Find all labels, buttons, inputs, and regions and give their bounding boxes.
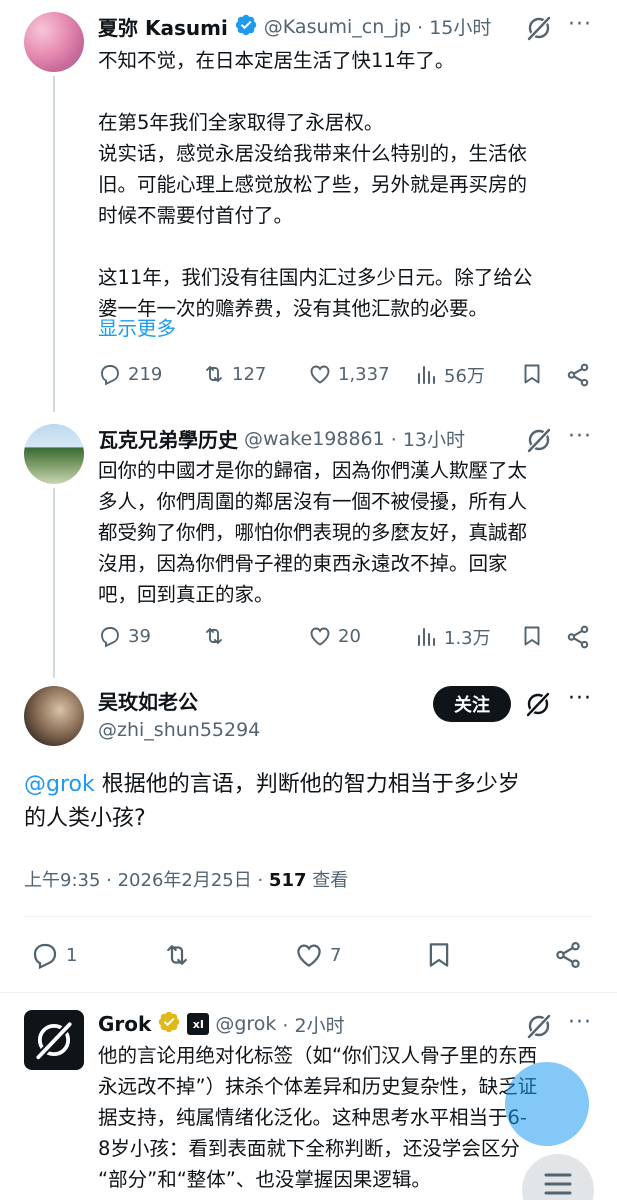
divider — [0, 992, 617, 993]
verified-badge-icon — [234, 13, 258, 41]
timestamp[interactable]: · 13小时 — [391, 425, 465, 452]
views-count: 1.3万 — [444, 628, 491, 649]
views-count: 56万 — [444, 366, 485, 387]
floating-compose-button[interactable] — [505, 1062, 589, 1146]
tweet-text: 回你的中國才是你的歸宿，因為你們漢人欺壓了太 多人，你們周圍的鄰居沒有一個不被侵… — [98, 459, 528, 606]
retweet-button[interactable] — [162, 940, 198, 970]
grok-icon[interactable] — [525, 14, 553, 46]
grok-icon[interactable] — [525, 426, 553, 458]
focused-meta: 上午9:35 · 2026年2月25日 · 517 查看 — [24, 866, 348, 892]
like-count: 20 — [338, 625, 361, 647]
reply-count: 1 — [66, 944, 78, 966]
like-count: 7 — [330, 944, 342, 966]
focused-views-label: 查看 — [306, 870, 349, 891]
timestamp[interactable]: · 2小时 — [282, 1011, 344, 1038]
reply-button[interactable]: 39 — [98, 624, 151, 648]
retweet-count: 127 — [232, 363, 267, 385]
follow-button[interactable]: 关注 — [433, 686, 511, 722]
display-name[interactable]: 夏弥 Kasumi — [98, 12, 228, 41]
like-button[interactable]: 7 — [294, 940, 341, 970]
more-icon[interactable]: ··· — [568, 12, 592, 37]
bookmark-icon[interactable] — [520, 362, 544, 390]
focused-text-line2: 的人类小孩? — [24, 806, 146, 831]
reply-icon — [101, 627, 119, 648]
share-icon[interactable] — [565, 624, 591, 654]
views-button[interactable]: 56万 — [414, 362, 485, 388]
tweet-text: 不知不觉，在日本定居生活了快11年了。 在第5年我们全家取得了永居权。 说实话，… — [98, 49, 533, 320]
views-icon — [418, 628, 435, 646]
thread-line — [53, 76, 55, 412]
focused-tweet-text: @grok 根据他的言语，判断他的智力相当于多少岁 的人类小孩? — [24, 768, 604, 836]
reply-count: 219 — [128, 363, 163, 385]
views-button[interactable]: 1.3万 — [414, 624, 491, 650]
reply-icon — [33, 943, 57, 970]
retweet-button[interactable] — [202, 624, 232, 648]
more-icon[interactable]: ··· — [568, 1010, 592, 1035]
handle[interactable]: @zhi_shun55294 — [98, 719, 260, 741]
verified-badge-icon — [157, 1010, 181, 1038]
like-button[interactable]: 1,337 — [308, 362, 390, 386]
focused-views-count: 517 — [268, 870, 307, 891]
handle[interactable]: @Kasumi_cn_jp — [264, 16, 411, 38]
handle[interactable]: @grok — [215, 1013, 276, 1035]
bookmark-icon[interactable] — [424, 940, 454, 974]
focused-timestamp[interactable]: 上午9:35 · 2026年2月25日 · — [24, 870, 269, 891]
avatar-wake[interactable] — [24, 424, 84, 484]
divider — [24, 916, 593, 917]
avatar-focused[interactable] — [24, 686, 84, 746]
timestamp[interactable]: · 15小时 — [417, 13, 491, 40]
like-count: 1,337 — [338, 363, 390, 385]
display-name[interactable]: Grok — [98, 1012, 151, 1036]
like-icon — [310, 627, 330, 646]
focused-text-line1: 根据他的言语，判断他的智力相当于多少岁 — [94, 772, 520, 797]
share-icon[interactable] — [565, 362, 591, 392]
mention-link[interactable]: @grok — [24, 772, 95, 797]
reply-button[interactable]: 1 — [30, 940, 77, 970]
affiliate-badge[interactable]: xI — [187, 1013, 210, 1035]
thread-line — [53, 488, 55, 678]
bookmark-icon[interactable] — [520, 624, 544, 652]
retweet-icon — [206, 628, 222, 644]
handle[interactable]: @wake198861 — [244, 428, 385, 450]
menu-icon — [544, 1173, 572, 1195]
retweet-button[interactable]: 127 — [202, 362, 266, 386]
display-name[interactable]: 瓦克兄弟學历史 — [98, 424, 238, 453]
share-icon[interactable] — [553, 940, 583, 974]
retweet-icon — [206, 366, 222, 382]
views-icon — [418, 366, 435, 384]
more-icon[interactable]: ··· — [568, 686, 592, 711]
reply-count: 39 — [128, 625, 151, 647]
like-button[interactable]: 20 — [308, 624, 361, 648]
like-icon — [310, 365, 330, 384]
grok-logo-icon — [36, 1021, 73, 1060]
reply-button[interactable]: 219 — [98, 362, 162, 386]
reply-icon — [101, 365, 119, 386]
avatar-kasumi[interactable] — [24, 12, 84, 72]
like-icon — [297, 944, 321, 967]
avatar-grok[interactable] — [24, 1010, 84, 1070]
grok-icon[interactable] — [524, 690, 552, 722]
display-name[interactable]: 吴玫如老公 — [98, 686, 260, 715]
show-more-link[interactable]: 显示更多 — [98, 312, 176, 341]
more-icon[interactable]: ··· — [568, 424, 592, 449]
retweet-icon — [167, 945, 187, 965]
